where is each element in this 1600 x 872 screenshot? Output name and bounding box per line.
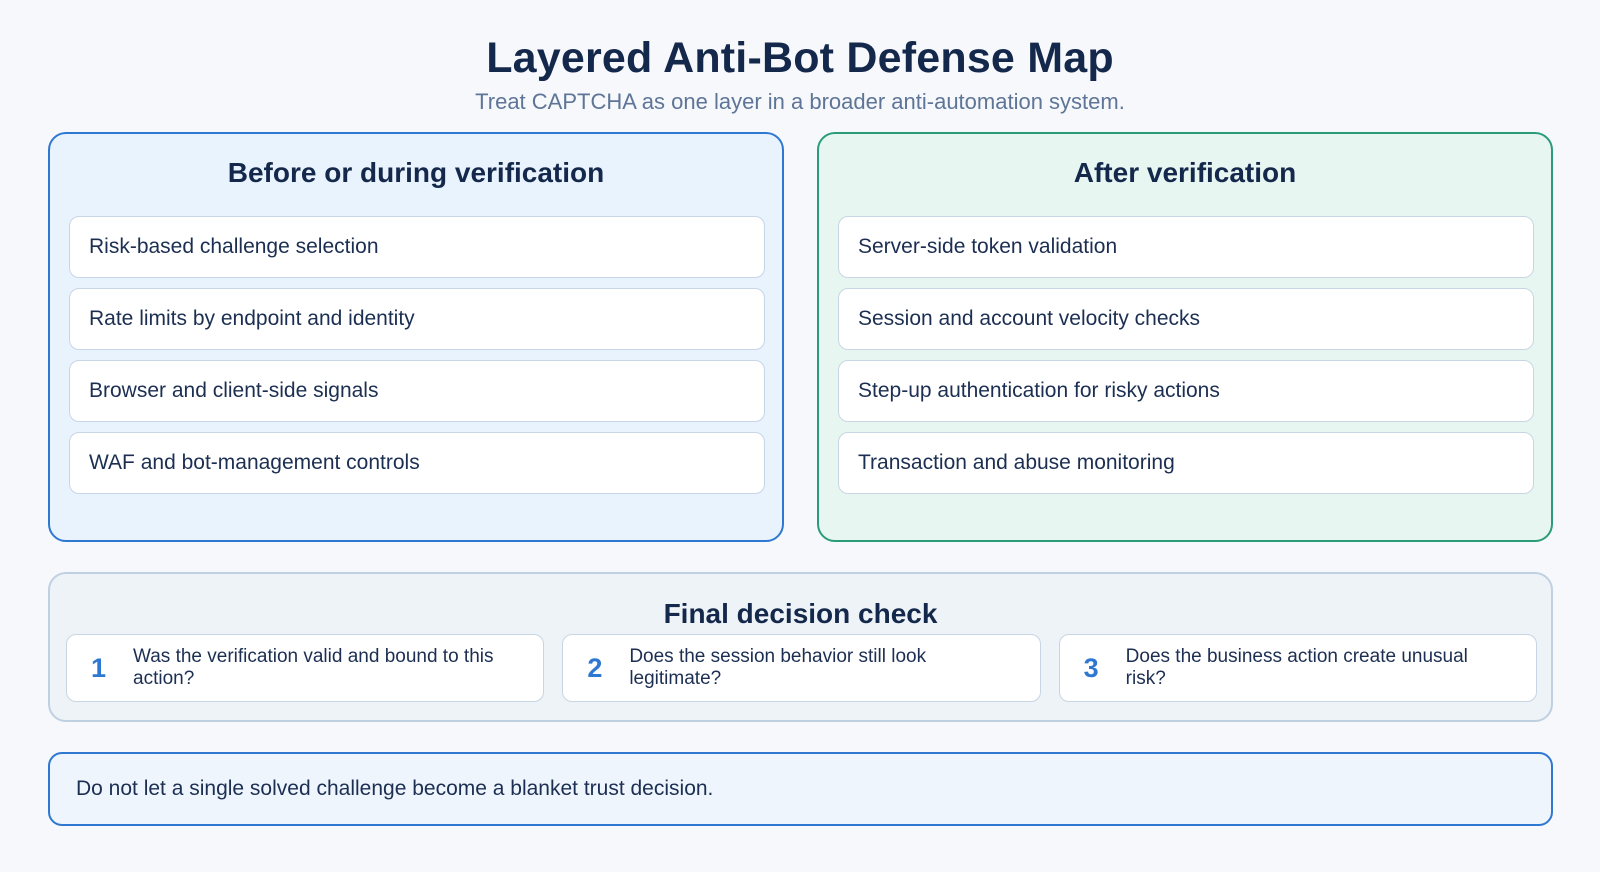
step-text: Was the verification valid and bound to … bbox=[133, 646, 494, 689]
step-number: 2 bbox=[587, 652, 603, 683]
decision-steps: 1 Was the verification valid and bound t… bbox=[66, 634, 1537, 702]
warning-note: Do not let a single solved challenge bec… bbox=[48, 752, 1553, 826]
page-title: Layered Anti-Bot Defense Map bbox=[486, 34, 1114, 82]
before-verification-panel: Before or during verification Risk-based… bbox=[48, 132, 784, 542]
step-text: Does the session behavior still look leg… bbox=[629, 646, 927, 689]
panel-title: After verification bbox=[1073, 157, 1297, 188]
layer-item: Risk-based challenge selection bbox=[69, 216, 765, 278]
decision-step: 3 Does the business action create unusua… bbox=[1058, 634, 1537, 702]
layer-item: Browser and client-side signals bbox=[69, 360, 765, 422]
diagram-canvas: Layered Anti-Bot Defense Map Treat CAPTC… bbox=[0, 0, 1600, 872]
decision-step: 1 Was the verification valid and bound t… bbox=[66, 634, 545, 702]
decision-step: 2 Does the session behavior still look l… bbox=[562, 634, 1041, 702]
step-text: Does the business action create unusual … bbox=[1125, 646, 1468, 689]
layer-item: Server-side token validation bbox=[838, 216, 1534, 278]
panel-title: Before or during verification bbox=[227, 157, 605, 188]
layer-item: Session and account velocity checks bbox=[838, 288, 1534, 350]
layer-item: Step-up authentication for risky actions bbox=[838, 360, 1534, 422]
after-verification-panel: After verification Server-side token val… bbox=[817, 132, 1553, 542]
layer-item: Rate limits by endpoint and identity bbox=[69, 288, 765, 350]
final-decision-title: Final decision check bbox=[663, 598, 938, 629]
layer-item: WAF and bot-management controls bbox=[69, 432, 765, 494]
page-subtitle: Treat CAPTCHA as one layer in a broader … bbox=[475, 89, 1125, 114]
after-verification-list: Server-side token validation Session and… bbox=[838, 216, 1534, 504]
layer-item: Transaction and abuse monitoring bbox=[838, 432, 1534, 494]
before-verification-list: Risk-based challenge selection Rate limi… bbox=[69, 216, 765, 504]
step-number: 3 bbox=[1083, 652, 1099, 683]
final-decision-panel: Final decision check 1 Was the verificat… bbox=[48, 572, 1553, 722]
step-number: 1 bbox=[91, 652, 107, 683]
